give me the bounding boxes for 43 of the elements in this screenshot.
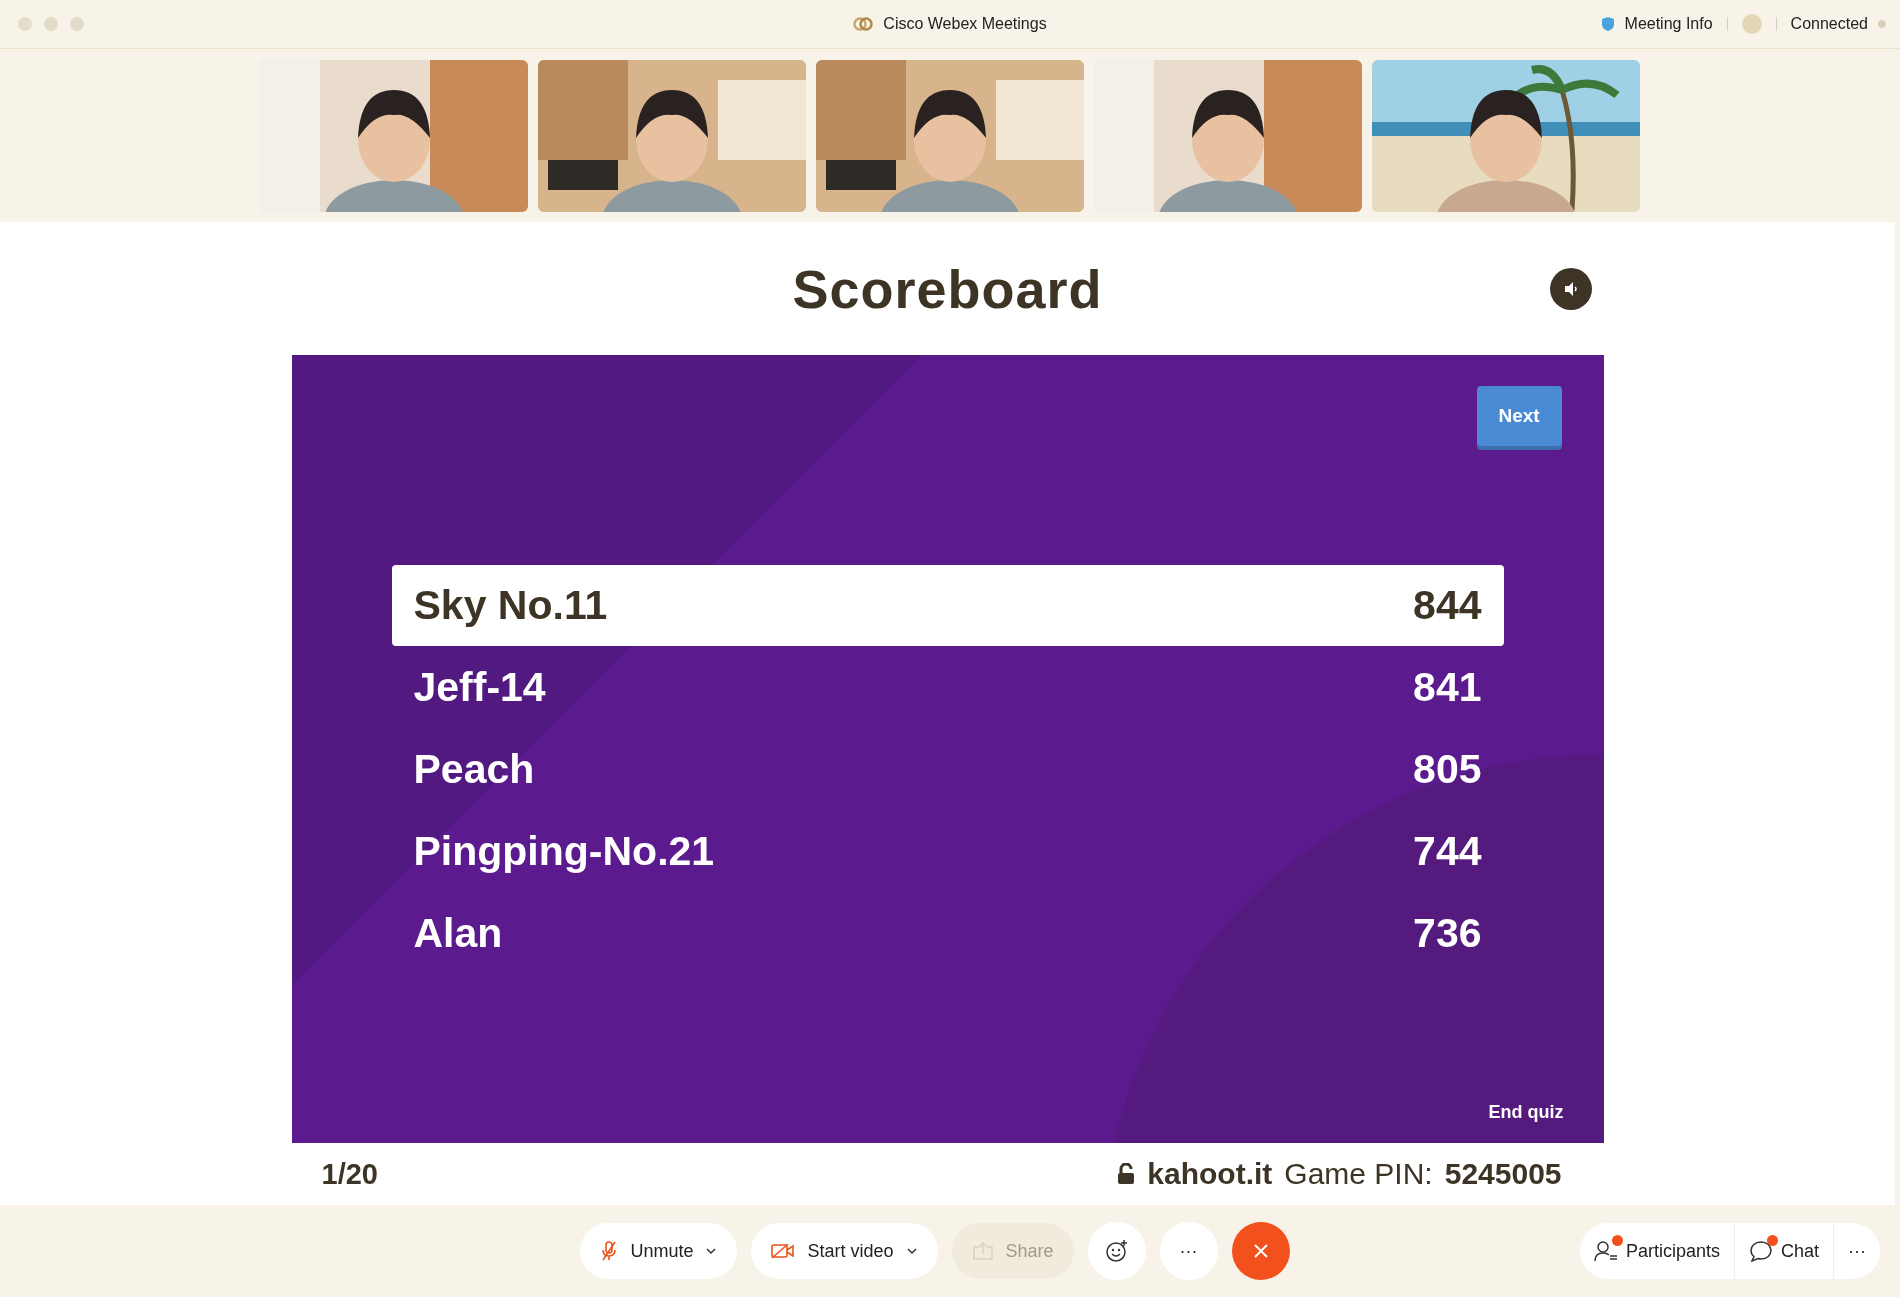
caret-icon (905, 1247, 918, 1256)
shield-icon (1600, 15, 1615, 32)
person-list-icon (1593, 1240, 1618, 1263)
player-score: 841 (1413, 664, 1482, 712)
end-quiz-link[interactable]: End quiz (1488, 1102, 1564, 1124)
player-score: 736 (1413, 910, 1482, 958)
meeting-info-link[interactable]: Meeting Info (1624, 14, 1713, 33)
speech-bubble-icon (1749, 1240, 1773, 1263)
mic-button[interactable]: Unmute (580, 1223, 738, 1280)
smiley-icon (1104, 1239, 1129, 1264)
next-button[interactable]: Next (1476, 386, 1562, 447)
site-address: kahoot.it (1147, 1157, 1273, 1192)
connection-status: Connected (1790, 14, 1868, 33)
minimize-window-button[interactable] (44, 16, 58, 31)
game-pin: 5245005 (1444, 1157, 1562, 1192)
zoom-window-button[interactable] (70, 16, 84, 31)
chat-button[interactable]: Chat (1735, 1223, 1834, 1280)
participants-button[interactable]: Participants (1579, 1223, 1735, 1280)
close-window-button[interactable] (18, 16, 32, 31)
player-name: Sky No.11 (413, 582, 608, 630)
player-name: Alan (413, 910, 503, 958)
player-name: Pingping-No.21 (413, 828, 715, 876)
caret-icon (705, 1247, 718, 1256)
interlocking-rings-icon (853, 16, 874, 31)
unlocked-padlock-icon (1117, 1163, 1136, 1186)
scoreboard-title: Scoreboard (792, 257, 1103, 320)
game-pin-label: Game PIN: (1284, 1157, 1433, 1192)
player-name: Peach (413, 746, 535, 794)
question-counter: 1/20 (321, 1157, 378, 1191)
video-button[interactable]: Start video (751, 1223, 938, 1280)
avatar-icon[interactable] (1741, 13, 1762, 34)
speaker-button[interactable] (1549, 267, 1592, 310)
player-score: 805 (1413, 746, 1482, 794)
more-button[interactable]: ··· (1159, 1222, 1218, 1281)
window-title: Cisco Webex Meetings (883, 14, 1047, 33)
player-score: 844 (1413, 582, 1482, 630)
muted-microphone-icon (600, 1240, 619, 1263)
camera-off-icon (771, 1242, 796, 1261)
more-button[interactable]: ··· (1834, 1223, 1880, 1280)
status-dot-icon (1878, 19, 1886, 28)
player-name: Jeff-14 (413, 664, 546, 712)
player-score: 744 (1413, 828, 1482, 876)
share-icon (971, 1241, 994, 1262)
